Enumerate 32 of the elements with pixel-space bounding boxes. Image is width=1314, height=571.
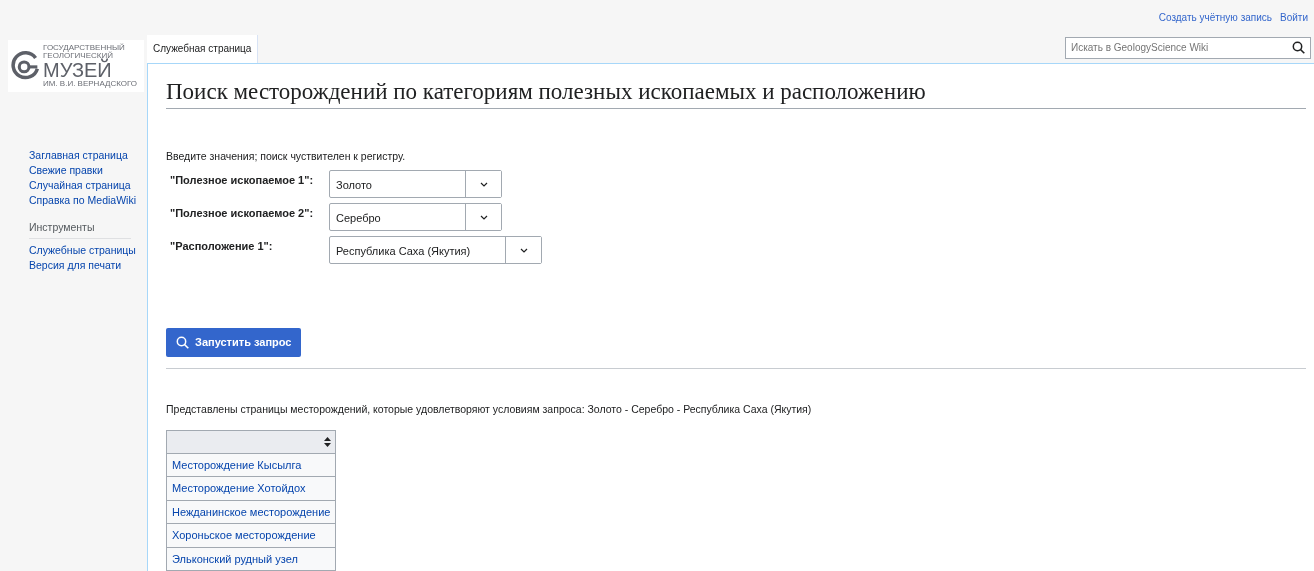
logo-mark-icon [10,51,40,81]
chevron-down-icon [519,247,528,253]
logo-text: МУЗЕЙ [43,60,113,80]
sort-icon [324,437,332,448]
results-text: Представлены страницы месторождений, которые удовлетворяют условиям запроса: Золото - Серебро - Республика Саха (Якутия) [166,401,813,417]
instruction-text: Введите значения; поиск чуствителен к регистру. [166,148,407,164]
field-label: "Полезное ископаемое 1": [170,173,315,189]
dropdown-field[interactable]: Серебро [329,203,502,232]
field-label: "Полезное ископаемое 2": [170,206,315,222]
run-query-button[interactable]: Запустить запрос [166,328,302,357]
logo-text: ИМ. В.И. ВЕРНАДСКОГО [43,80,138,88]
sidebar-heading: Инструменты [29,220,131,239]
search-icon[interactable] [1292,40,1305,54]
header-link[interactable]: Создать учётную запись [1158,10,1272,26]
sidebar-link[interactable]: Справка по MediaWiki [29,193,147,208]
sidebar-link[interactable]: Заглавная страница [29,148,147,163]
logo-text: ГОСУДАРСТВЕННЫЙ [43,44,126,52]
chevron-down-icon [479,181,488,187]
sidebar-link[interactable]: Свежие правки [29,163,147,178]
dropdown-field[interactable]: Республика Саха (Якутия) [329,236,542,265]
logo[interactable]: ГОСУДАРСТВЕННЫЙ ГЕОЛОГИЧЕСКИЙ МУЗЕЙ ИМ. В.И. ВЕРНАДСКОГО [8,40,144,92]
sidebar-link[interactable]: Служебные страницы [29,242,147,258]
field-label: "Расположение 1": [170,239,274,255]
dropdown-field[interactable]: Золото [329,170,502,199]
search-field[interactable]: Искать в GeologyScience Wiki [1065,36,1311,59]
search-icon [176,336,189,349]
header-link[interactable]: Войти [1280,10,1308,26]
tab[interactable]: Служебная страница [147,34,259,63]
sidebar-link[interactable]: Случайная страница [29,178,147,193]
chevron-down-icon [479,214,488,220]
page-title: Поиск месторождений по категориям полезных ископаемых и расположению [166,77,1306,109]
sidebar-link[interactable]: Версия для печати [29,257,147,273]
